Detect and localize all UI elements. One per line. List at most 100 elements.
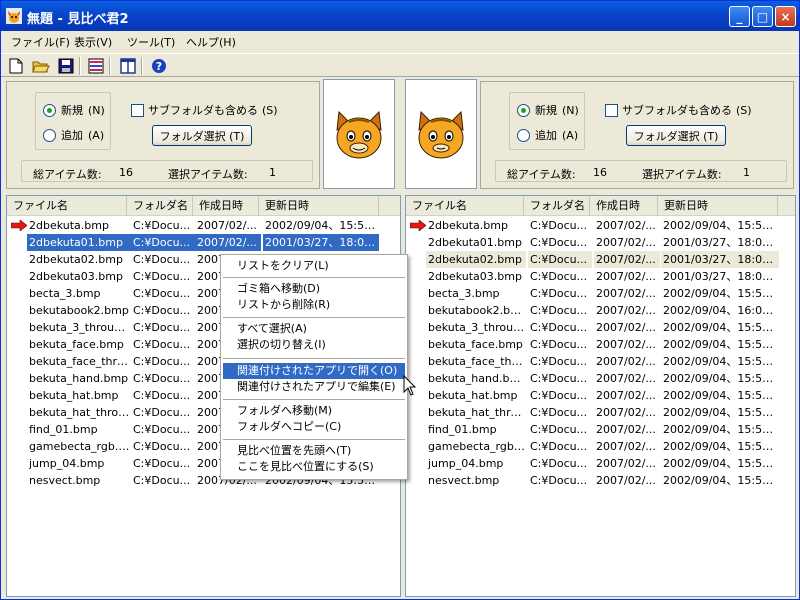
radio-key: (N) [562,103,579,117]
menu-help[interactable]: ヘルプ(H) [186,34,236,50]
radio-indicator[interactable] [43,128,56,142]
table-row[interactable]: 2dbekuta.bmp C:¥Docu... 2007/02/... 2002/09… [7,217,400,234]
table-row[interactable]: bekutabook2.bmp C:¥Docu... 2007/02/... 2002… [406,302,795,319]
column-header-filename[interactable]: ファイル名 [406,196,524,216]
cell-filename: bekuta_hat_throug... [29,406,131,419]
left-subfolder-checkbox[interactable]: サブフォルダも含める (S) [131,102,278,118]
menu-separator [223,317,405,318]
radio-key: (A) [562,128,579,142]
open-folder-icon[interactable] [32,57,50,75]
table-row[interactable]: bekuta_hat.bmp C:¥Docu... 2007/02/... 2002/… [406,387,795,404]
table-row[interactable]: bekuta_hat_throug... C:¥Docu... 2007/02/..… [406,404,795,421]
column-header-modified[interactable]: 更新日時 [259,196,379,216]
right-file-list[interactable]: ファイル名 フォルダ名 作成日時 更新日時 2dbekuta.bmp C:¥Doc… [405,195,796,597]
cell-created: 2007/02/... [594,251,660,268]
cell-created: 2007/02/... [596,389,656,402]
checkbox-box[interactable] [131,103,144,117]
close-button[interactable]: × [775,6,796,27]
table-row[interactable]: becta_3.bmp C:¥Docu... 2007/02/... 2002/09/… [406,285,795,302]
menu-item-set-compare-position[interactable]: ここを見比べ位置にする(S) [223,459,405,475]
cell-folder: C:¥Docu... [530,389,588,402]
menu-tools[interactable]: ツール(T) [127,34,175,50]
menu-item-copy-to-folder[interactable]: フォルダへコピー(C) [223,419,405,435]
cell-filename: bekutabook2.bmp [29,304,129,317]
menu-item-edit-with-app[interactable]: 関連付けされたアプリで編集(E) [223,379,405,395]
table-row[interactable]: nesvect.bmp C:¥Docu... 2007/02/... 2002/09/… [406,472,795,489]
right-radio-new[interactable]: 新規 (N) [517,102,579,118]
cell-filename: 2dbekuta.bmp [428,219,508,232]
cell-folder: C:¥Docu... [530,321,588,334]
radio-label: 追加 [535,129,557,142]
table-row[interactable]: find_01.bmp C:¥Docu... 2007/02/... 2002/09/… [406,421,795,438]
help-icon[interactable]: ? [150,57,168,75]
menu-separator [223,439,405,440]
radio-indicator[interactable] [517,103,530,117]
table-row[interactable]: 2dbekuta01.bmp C:¥Docu... 2007/02/... 2001/… [7,234,400,251]
left-selected-label: 選択アイテム数: [168,168,248,181]
column-header-folder[interactable]: フォルダ名 [524,196,590,216]
menu-item-compare-position-top[interactable]: 見比べ位置を先頭へ(T) [223,443,405,459]
toolbar-separator [79,57,81,75]
save-icon[interactable] [57,57,75,75]
column-header-created[interactable]: 作成日時 [193,196,259,216]
context-menu: リストをクリア(L) ゴミ箱へ移動(D) リストから削除(R) すべて選択(A)… [220,254,408,480]
cell-filename: 2dbekuta01.bmp [27,234,131,251]
list-view-icon[interactable] [87,57,105,75]
cell-filename: bekuta_3_through... [29,321,131,334]
radio-indicator[interactable] [43,103,56,117]
right-folder-select-button[interactable]: フォルダ選択 (T) [626,125,726,146]
table-row[interactable]: 2dbekuta01.bmp C:¥Docu... 2007/02/... 2001/… [406,234,795,251]
cell-folder: C:¥Docu... [530,474,588,487]
cell-filename: 2dbekuta02.bmp [29,253,123,266]
menu-item-move-to-trash[interactable]: ゴミ箱へ移動(D) [223,281,405,297]
column-header-filename[interactable]: ファイル名 [7,196,127,216]
right-radio-add[interactable]: 追加 (A) [517,127,578,143]
left-radio-add[interactable]: 追加 (A) [43,127,104,143]
column-header-modified[interactable]: 更新日時 [658,196,778,216]
cell-created: 2007/02/... [596,355,656,368]
compare-arrow-icon [11,220,27,231]
cell-modified: 2002/09/04、15:58:10 [663,474,779,487]
minimize-button[interactable]: _ [729,6,750,27]
split-view-icon[interactable] [119,57,137,75]
table-row[interactable]: 2dbekuta.bmp C:¥Docu... 2007/02/... 2002/09… [406,217,795,234]
column-header-created[interactable]: 作成日時 [590,196,658,216]
cell-folder: C:¥Docu... [530,440,588,453]
menu-item-open-with-app[interactable]: 関連付けされたアプリで開く(O) [223,363,405,379]
table-row[interactable]: jump_04.bmp C:¥Docu... 2007/02/... 2002/09/… [406,455,795,472]
menu-file[interactable]: ファイル(F) [11,34,70,50]
right-subfolder-checkbox[interactable]: サブフォルダも含める (S) [605,102,752,118]
title-bar[interactable]: 無題 - 見比べ君2 _ □ × [1,1,799,31]
cell-modified: 2002/09/04、15:59:44 [663,355,779,368]
menu-item-select-all[interactable]: すべて選択(A) [223,321,405,337]
new-document-icon[interactable] [7,57,25,75]
right-selected-value: 1 [743,166,750,179]
table-row[interactable]: 2dbekuta03.bmp C:¥Docu... 2007/02/... 2001/… [406,268,795,285]
menu-item-invert-selection[interactable]: 選択の切り替え(I) [223,337,405,353]
cell-filename: bekuta_face.bmp [428,338,523,351]
menu-item-clear-list[interactable]: リストをクリア(L) [223,258,405,274]
table-row[interactable]: bekuta_3_through... C:¥Docu... 2007/02/...… [406,319,795,336]
menu-item-move-to-folder[interactable]: フォルダへ移動(M) [223,403,405,419]
cell-modified: 2001/03/27、18:06:00 [661,251,779,268]
menu-item-remove-from-list[interactable]: リストから削除(R) [223,297,405,313]
left-folder-select-button[interactable]: フォルダ選択 (T) [152,125,252,146]
right-total-value: 16 [593,166,607,179]
radio-key: (A) [88,128,105,142]
radio-indicator[interactable] [517,128,530,142]
maximize-button[interactable]: □ [752,6,773,27]
cat-face-icon [418,110,464,159]
left-radio-new[interactable]: 新規 (N) [43,102,105,118]
cell-filename: jump_04.bmp [428,457,504,470]
cell-filename: bekuta_face_throu... [29,355,131,368]
menu-view[interactable]: 表示(V) [74,34,112,50]
right-list-header: ファイル名 フォルダ名 作成日時 更新日時 [406,196,795,216]
table-row[interactable]: bekuta_face.bmp C:¥Docu... 2007/02/... 2002… [406,336,795,353]
table-row[interactable]: bekuta_hand.bmp C:¥Docu... 2007/02/... 2002… [406,370,795,387]
table-row[interactable]: 2dbekuta02.bmp C:¥Docu... 2007/02/... 2001/… [406,251,795,268]
checkbox-box[interactable] [605,103,618,117]
table-row[interactable]: gamebecta_rgb.b... C:¥Docu... 2007/02/... 2… [406,438,795,455]
table-row[interactable]: bekuta_face_throu... C:¥Docu... 2007/02/..… [406,353,795,370]
column-header-folder[interactable]: フォルダ名 [127,196,193,216]
cell-folder: C:¥Docu... [131,234,195,251]
